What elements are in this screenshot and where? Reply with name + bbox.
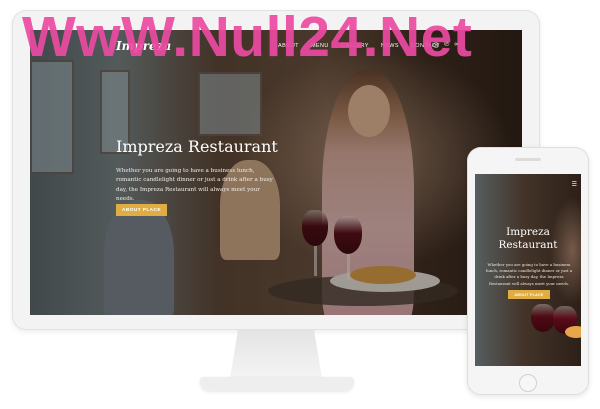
mobile-hero-title: Impreza Restaurant [475, 226, 581, 251]
watermark-text: WwW.Null24.Net [22, 5, 473, 69]
mobile-about-place-button[interactable]: ABOUT PLACE [508, 290, 550, 299]
desktop-screen: Impreza ABOUT MENU GALLERY NEWS CONTACT … [30, 30, 522, 315]
mobile-screen: ☰ Impreza Restaurant Whether you are goi… [475, 174, 581, 366]
hero-description: Whether you are going to have a business… [116, 168, 273, 203]
hero-title: Impreza Restaurant [116, 137, 278, 156]
mobile-title-line-1: Impreza [506, 226, 550, 238]
mobile-title-line-2: Restaurant [498, 238, 558, 251]
mobile-hero-description: Whether you are going to have a business… [485, 262, 573, 286]
monitor-stand-neck [230, 330, 322, 378]
food-plate-image [565, 326, 581, 338]
monitor-stand-base [200, 377, 354, 391]
hamburger-icon[interactable]: ☰ [572, 181, 577, 188]
mobile-phone: ☰ Impreza Restaurant Whether you are goi… [467, 147, 589, 395]
wine-glass-image [531, 304, 555, 332]
phone-home-button [519, 374, 537, 392]
phone-speaker [515, 158, 541, 161]
about-place-button[interactable]: ABOUT PLACE [116, 204, 167, 216]
hero-overlay [30, 30, 522, 315]
